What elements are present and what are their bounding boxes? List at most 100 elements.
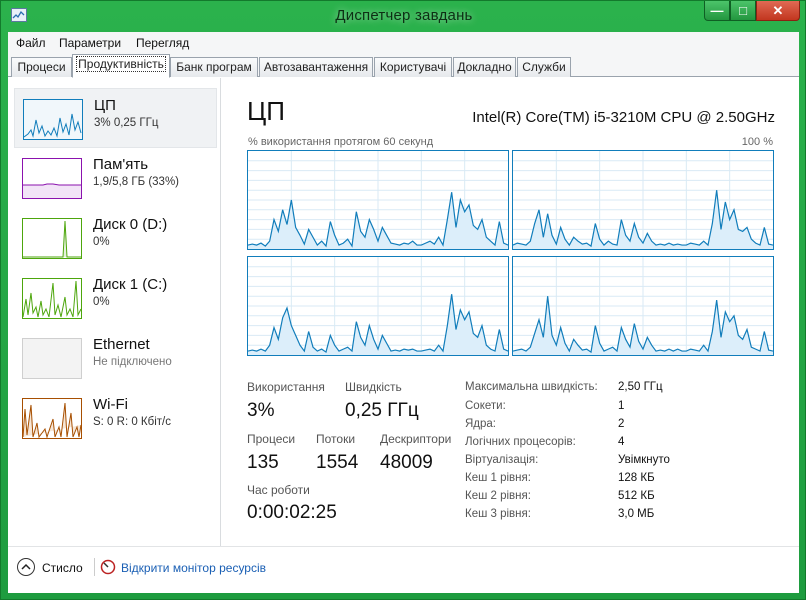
menu-options[interactable]: Параметри — [59, 36, 121, 50]
menu-file[interactable]: Файл — [16, 36, 46, 50]
sidebar-item-sub: 1,9/5,8 ГБ (33%) — [93, 176, 180, 188]
cpu-core-graphs — [247, 150, 775, 356]
tab-label: Банк програм — [176, 60, 252, 74]
detail-label: Логічних процесорів: — [465, 436, 576, 448]
task-manager-window: Диспетчер завдань — □ ✕ Файл Параметри П… — [0, 0, 806, 600]
sidebar-item-ethernet[interactable]: Ethernet Не підключено — [14, 328, 217, 388]
cpu-model: Intel(R) Core(TM) i5-3210M CPU @ 2.50GHz — [472, 109, 775, 126]
sidebar-item-name: Wi-Fi — [93, 396, 128, 413]
wifi-thumb-svg — [22, 402, 82, 439]
tab-label: Користувачі — [379, 60, 447, 74]
page-title: ЦП — [247, 96, 285, 126]
tab-services[interactable]: Служби — [517, 57, 571, 77]
core-graph-svg — [247, 257, 509, 355]
tab-bar: Процеси Продуктивність Банк програм Авто… — [8, 54, 799, 78]
fewer-details-button[interactable]: Стисло — [42, 561, 83, 575]
sidebar-item-name: Диск 1 (C:) — [93, 276, 168, 293]
cpu-thumbnail-graph — [23, 99, 83, 140]
sidebar-item-sub: 0% — [93, 236, 110, 248]
memory-thumbnail-graph — [22, 158, 82, 199]
processes-label: Процеси — [247, 432, 296, 446]
sidebar-item-disk1[interactable]: Диск 1 (C:) 0% — [14, 268, 217, 328]
handles-label: Дескриптори — [380, 432, 452, 446]
tab-label: Докладно — [457, 60, 512, 74]
speed-value: 0,25 ГГц — [345, 400, 419, 421]
maximize-button[interactable]: □ — [730, 1, 756, 21]
ethernet-thumbnail-graph — [22, 338, 82, 379]
detail-value: 3,0 МБ — [618, 508, 655, 520]
resource-sidebar: ЦП 3% 0,25 ГГц Пам'ять 1,9/5,8 ГБ (33%) — [8, 78, 220, 546]
disk0-thumb-svg — [23, 220, 81, 258]
sidebar-item-memory[interactable]: Пам'ять 1,9/5,8 ГБ (33%) — [14, 148, 217, 208]
wifi-thumbnail-graph — [22, 398, 82, 439]
detail-label: Максимальна швидкість: — [465, 381, 598, 393]
detail-label: Сокети: — [465, 400, 506, 412]
tab-details[interactable]: Докладно — [453, 57, 516, 77]
sidebar-item-wifi[interactable]: Wi-Fi S: 0 R: 0 Кбіт/с — [14, 388, 217, 448]
resource-monitor-icon[interactable] — [100, 559, 116, 575]
tab-processes[interactable]: Процеси — [11, 57, 72, 77]
disk1-thumbnail-graph — [22, 278, 82, 319]
sidebar-item-sub: 3% 0,25 ГГц — [94, 117, 159, 129]
detail-value: 2,50 ГГц — [618, 381, 663, 393]
threads-value: 1554 — [316, 452, 359, 473]
sidebar-item-sub: S: 0 R: 0 Кбіт/с — [93, 416, 171, 428]
uptime-value: 0:00:02:25 — [247, 502, 337, 523]
core-graph-svg — [512, 257, 774, 355]
client-area: Файл Параметри Перегляд Процеси Продукти… — [8, 32, 799, 593]
tab-startup[interactable]: Автозавантаження — [259, 57, 373, 77]
utilization-label: Використання — [247, 380, 325, 394]
tab-label: Служби — [522, 60, 566, 74]
tab-label: Автозавантаження — [263, 60, 369, 74]
threads-label: Потоки — [316, 432, 356, 446]
detail-label: Кеш 2 рівня: — [465, 490, 531, 502]
tab-users[interactable]: Користувачі — [374, 57, 452, 77]
menu-view[interactable]: Перегляд — [136, 36, 189, 50]
core-graph — [247, 256, 509, 356]
processes-value: 135 — [247, 452, 279, 473]
close-icon: ✕ — [772, 3, 784, 18]
graph-caption: % використання протягом 60 секунд — [248, 136, 434, 148]
tab-performance[interactable]: Продуктивність — [72, 54, 170, 78]
detail-label: Ядра: — [465, 418, 497, 430]
uptime-label: Час роботи — [247, 483, 310, 497]
sidebar-item-sub: Не підключено — [93, 356, 172, 368]
detail-value: 2 — [618, 418, 625, 430]
memory-thumb-svg — [23, 183, 81, 198]
detail-value: 512 КБ — [618, 490, 655, 502]
tab-app-history[interactable]: Банк програм — [170, 57, 258, 77]
utilization-value: 3% — [247, 400, 275, 421]
sidebar-divider — [220, 78, 221, 546]
sidebar-item-cpu[interactable]: ЦП 3% 0,25 ГГц — [14, 88, 217, 148]
title-bar[interactable]: Диспетчер завдань — □ ✕ — [1, 1, 806, 31]
detail-label: Віртуалізація: — [465, 454, 539, 466]
core-graph — [247, 150, 509, 250]
footer-separator — [8, 546, 799, 547]
tab-label: Процеси — [17, 60, 66, 74]
close-button[interactable]: ✕ — [756, 1, 800, 21]
detail-label: Кеш 3 рівня: — [465, 508, 531, 520]
cpu-thumb-svg — [23, 113, 82, 138]
sidebar-item-name: Ethernet — [93, 336, 150, 353]
sidebar-item-name: ЦП — [94, 97, 116, 114]
disk0-thumbnail-graph — [22, 218, 82, 259]
sidebar-item-disk0[interactable]: Диск 0 (D:) 0% — [14, 208, 217, 268]
core-graph-svg — [247, 151, 509, 249]
graph-max-label: 100 % — [741, 136, 773, 148]
sidebar-item-name: Пам'ять — [93, 156, 149, 173]
disk1-thumb-svg — [22, 280, 82, 318]
footer-divider — [94, 558, 95, 576]
sidebar-item-name: Диск 0 (D:) — [93, 216, 168, 233]
detail-value: 128 КБ — [618, 472, 655, 484]
minimize-icon: — — [710, 3, 724, 18]
core-graph — [512, 256, 774, 356]
tab-label: Продуктивність — [76, 56, 166, 72]
maximize-icon: □ — [739, 3, 747, 18]
core-graph-svg — [512, 151, 774, 249]
sidebar-item-sub: 0% — [93, 296, 110, 308]
open-resource-monitor-link[interactable]: Відкрити монітор ресурсів — [121, 561, 266, 575]
detail-value: Увімкнуто — [618, 454, 670, 466]
chevron-up-icon[interactable] — [17, 558, 35, 576]
menu-bar: Файл Параметри Перегляд — [8, 32, 799, 54]
minimize-button[interactable]: — — [704, 1, 730, 21]
